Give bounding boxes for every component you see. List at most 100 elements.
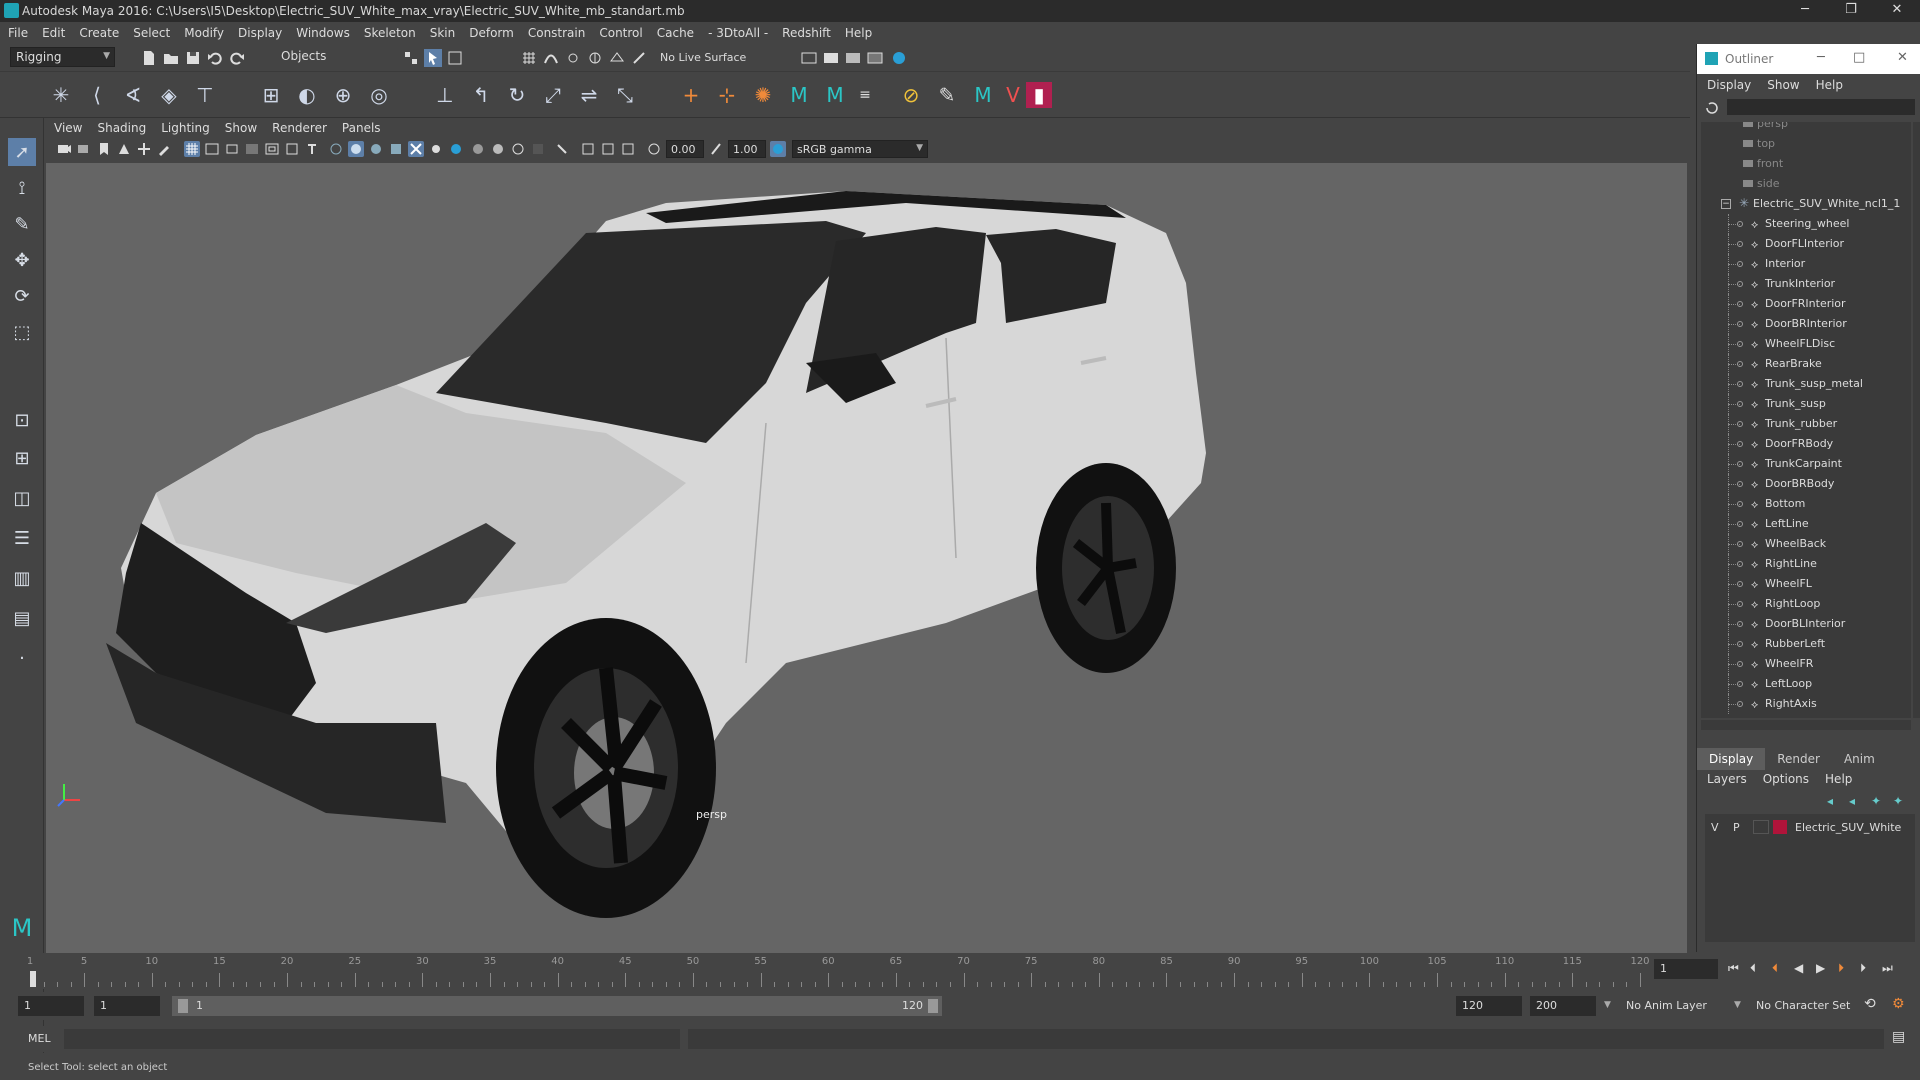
minimize-button[interactable]: ─ [1782,0,1828,22]
x-ray-icon[interactable] [530,141,546,157]
more-layouts-icon[interactable]: · [8,644,36,672]
safe-action-icon[interactable] [284,141,300,157]
layer-color-swatch[interactable] [1773,820,1787,834]
menu-control[interactable]: Control [599,26,642,40]
exposure-icon[interactable] [646,141,662,157]
menu-help[interactable]: Help [845,26,872,40]
step-back-icon[interactable]: ⏴ [1750,961,1756,976]
single-pane-icon[interactable]: ⊡ [8,406,36,434]
menu-file[interactable]: File [8,26,28,40]
wireframe-on-shaded-icon[interactable] [368,141,384,157]
outliner-item[interactable]: ⟡ TrunkInterior [1701,274,1911,294]
expand-icon[interactable] [1737,481,1743,487]
refresh-icon[interactable] [1705,101,1719,115]
outliner-item[interactable]: ⟡ Trunk_rubber [1701,414,1911,434]
outliner-camera-persp[interactable]: persp [1701,122,1911,134]
current-frame-field[interactable]: 1 [1654,959,1718,979]
outliner-camera-top[interactable]: top [1701,134,1911,154]
live-surface-label[interactable]: No Live Surface [660,51,746,64]
scale-tool-icon[interactable]: ⬚ [8,318,36,346]
viewport-menu-renderer[interactable]: Renderer [272,121,327,135]
outliner-item[interactable]: ⟡ RightLine [1701,554,1911,574]
save-scene-icon[interactable] [184,49,202,67]
two-pane-icon[interactable]: ◫ [8,484,36,512]
outliner-menu-show[interactable]: Show [1767,78,1799,92]
outliner-item[interactable]: ⟡ DoorBLInterior [1701,614,1911,634]
lock-icon[interactable]: ⊘ [898,82,924,108]
gamma-icon[interactable] [708,141,724,157]
script-editor-icon[interactable]: ▤ [1892,1029,1905,1045]
menu-display[interactable]: Display [238,26,282,40]
outliner-root-item[interactable]: − ✳ Electric_SUV_White_ncl1_1 [1701,194,1911,214]
smooth-shade-icon[interactable] [348,141,364,157]
selection-mask-dropdown[interactable]: Objects [276,47,376,67]
step-forward-key-icon[interactable]: ⏵ [1838,961,1844,976]
expand-icon[interactable] [1737,241,1743,247]
rotate-tool-icon[interactable]: ⟳ [8,282,36,310]
outliner-item[interactable]: ⟡ WheelFR [1701,654,1911,674]
step-back-key-icon[interactable]: ⏴ [1772,961,1778,976]
outliner-pane-icon[interactable]: ▤ [8,604,36,632]
viewport-menu-view[interactable]: View [54,121,82,135]
expand-icon[interactable] [1737,581,1743,587]
expand-icon[interactable] [1737,381,1743,387]
layer-menu-help[interactable]: Help [1825,772,1852,786]
stack-pane-icon[interactable]: ☰ [8,524,36,552]
v-icon[interactable]: V [1000,82,1026,108]
viewport-menu-show[interactable]: Show [225,121,257,135]
mode-dropdown[interactable]: Rigging ▼ [10,47,115,67]
step-forward-icon[interactable]: ⏵ [1860,961,1866,976]
expand-icon[interactable] [1737,301,1743,307]
outliner-item[interactable]: ⟡ Interior [1701,254,1911,274]
gate-mask-icon[interactable] [244,141,260,157]
outliner-item[interactable]: ⟡ RightAxis [1701,694,1911,714]
orient-constraint-icon[interactable]: ↻ [504,82,530,108]
start-time-field[interactable]: 1 [18,996,84,1016]
3d-viewport[interactable]: persp [46,163,1687,955]
safe-title-icon[interactable] [304,141,320,157]
playback-end-field[interactable]: 120 [1456,996,1522,1016]
outliner-item[interactable]: ⟡ TrunkCarpaint [1701,454,1911,474]
ik-handle-icon[interactable]: ⟨ [84,82,110,108]
outliner-item[interactable]: ⟡ WheelBack [1701,534,1911,554]
outliner-item[interactable]: ⟡ RubberLeft [1701,634,1911,654]
film-gate-icon[interactable] [204,141,220,157]
layer-visibility-toggle[interactable]: V [1711,821,1719,834]
make-live-icon[interactable] [630,49,648,67]
brush-icon[interactable]: ✎ [934,82,960,108]
outliner-menu-display[interactable]: Display [1707,78,1751,92]
range-start-handle[interactable] [178,999,188,1013]
select-component-icon[interactable] [446,49,464,67]
outliner-item[interactable]: ⟡ WheelFLDisc [1701,334,1911,354]
blend-shape-icon[interactable]: ◎ [366,82,392,108]
outliner-item[interactable]: ⟡ RearBrake [1701,354,1911,374]
select-tool-icon[interactable]: ➚ [8,138,36,166]
auto-key-icon[interactable]: ⟲ [1864,996,1876,1012]
create-locator-icon[interactable]: ⊹ [714,82,740,108]
color-space-dropdown[interactable]: sRGB gamma ▼ [792,140,928,158]
outliner-item[interactable]: ⟡ WheelFL [1701,574,1911,594]
end-time-field[interactable]: 200 [1530,996,1596,1016]
paint-select-icon[interactable]: ✎ [8,210,36,238]
expand-icon[interactable] [1737,321,1743,327]
preferences-icon[interactable]: ⚙ [1892,996,1905,1012]
menu-3dtoall[interactable]: - 3DtoAll - [708,26,768,40]
new-layer-icon[interactable]: ✦ [1871,794,1881,808]
four-pane-icon[interactable]: ⊞ [8,444,36,472]
image-plane-icon[interactable] [116,141,132,157]
undo-icon[interactable] [206,49,224,67]
ipr-render-icon[interactable] [844,49,862,67]
maya-m-icon[interactable]: M [786,82,812,108]
menu-redshift[interactable]: Redshift [782,26,831,40]
new-scene-icon[interactable] [140,49,158,67]
tab-anim[interactable]: Anim [1832,748,1887,770]
outliner-camera-front[interactable]: front [1701,154,1911,174]
expand-icon[interactable] [1737,681,1743,687]
viewport-menu-panels[interactable]: Panels [342,121,381,135]
expand-icon[interactable] [1737,421,1743,427]
xray-components-icon[interactable] [600,141,616,157]
aim-constraint-icon[interactable]: ↰ [468,82,494,108]
outliner-item[interactable]: ⟡ DoorFLInterior [1701,234,1911,254]
outliner-item[interactable]: ⟡ DoorFRInterior [1701,294,1911,314]
field-chart-icon[interactable] [264,141,280,157]
